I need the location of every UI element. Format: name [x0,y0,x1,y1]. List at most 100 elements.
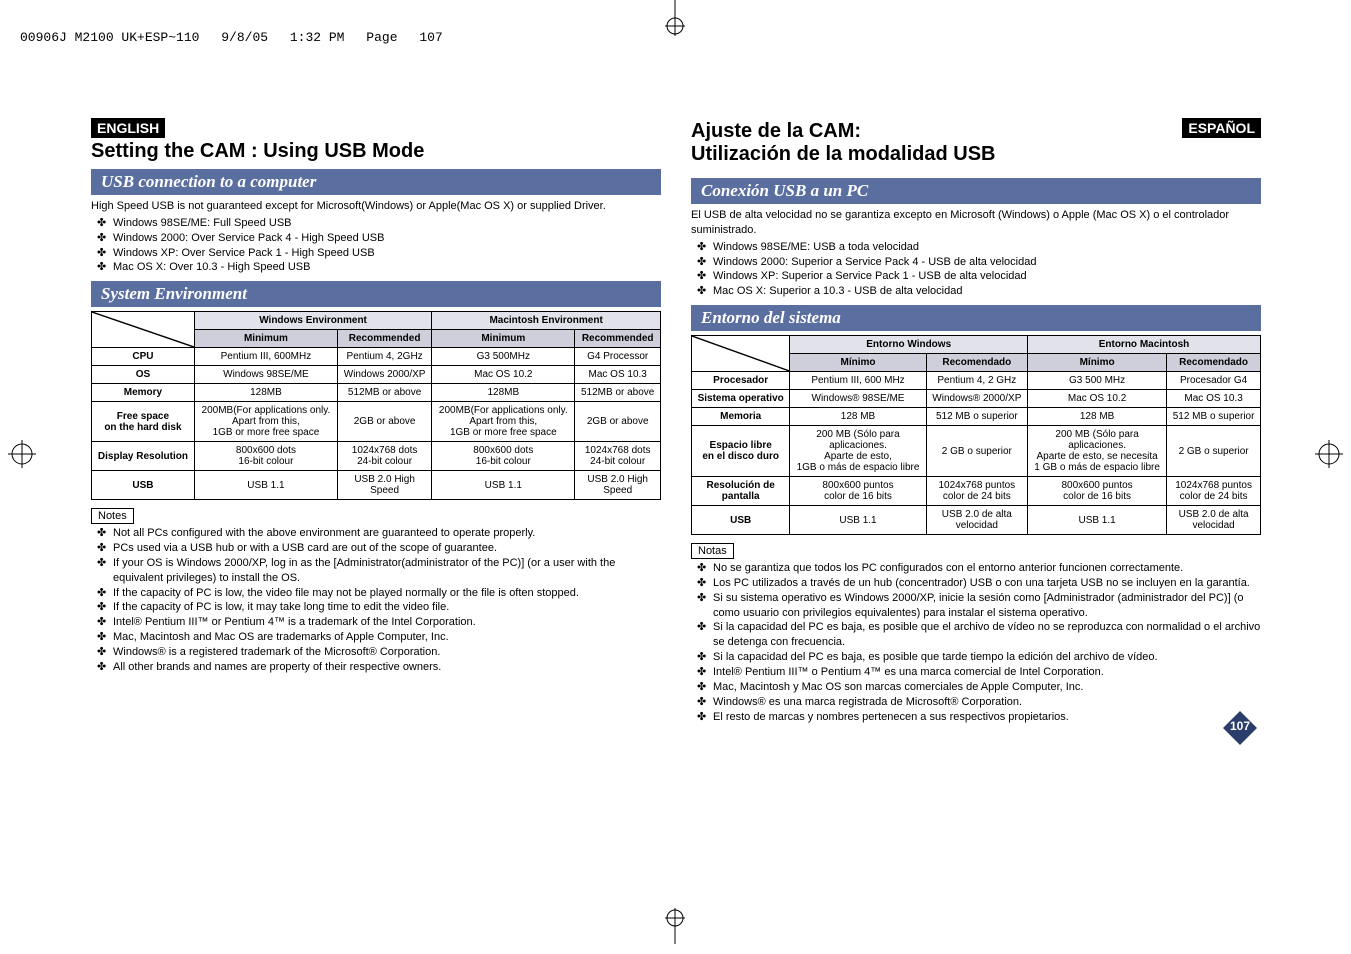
list-item: No se garantiza que todos los PC configu… [691,561,1261,576]
th-win-env-es: Entorno Windows [790,336,1028,354]
intro-list-en: Windows 98SE/ME: Full Speed USBWindows 2… [91,216,661,275]
lang-tag-es: ESPAÑOL [1182,118,1261,138]
table-row: Free space on the hard disk200MB(For app… [92,402,661,442]
th-rec-es-2: Recomendado [1167,354,1261,372]
list-item: If the capacity of PC is low, the video … [91,586,661,601]
table-cell: G3 500 MHz [1028,372,1167,390]
row-header: Memoria [692,408,790,426]
list-item: Windows 2000: Over Service Pack 4 - High… [91,231,661,246]
intro-text-en: High Speed USB is not guaranteed except … [91,199,661,214]
list-item: Mac, Macintosh and Mac OS are trademarks… [91,630,661,645]
list-item: If the capacity of PC is low, it may tak… [91,600,661,615]
table-cell: 512 MB o superior [926,408,1027,426]
table-cell: USB 1.1 [432,471,575,500]
th-mac-env-en: Macintosh Environment [432,312,661,330]
th-win-env-en: Windows Environment [194,312,431,330]
row-header: OS [92,366,195,384]
notes-label-es: Notas [691,543,734,559]
table-cell: Mac OS 10.2 [1028,390,1167,408]
row-header: Espacio libre en el disco duro [692,426,790,477]
table-cell: 200 MB (Sólo para aplicaciones. Aparte d… [790,426,926,477]
table-cell: 200 MB (Sólo para aplicaciones. Aparte d… [1028,426,1167,477]
table-cell: Mac OS 10.3 [1167,390,1261,408]
env-table-body-en: CPUPentium III, 600MHzPentium 4, 2GHzG3 … [92,348,661,500]
list-item: Windows 2000: Superior a Service Pack 4 … [691,255,1261,270]
print-header: 00906J M2100 UK+ESP~110 9/8/05 1:32 PM P… [20,30,457,45]
table-cell: 128MB [432,384,575,402]
registration-mark-left [8,440,36,473]
list-item: Mac, Macintosh y Mac OS son marcas comer… [691,680,1261,695]
page-title-en: Setting the CAM : Using USB Mode [91,140,661,163]
table-row: Memoria128 MB512 MB o superior128 MB512 … [692,408,1261,426]
print-header-date: 9/8/05 [221,30,268,45]
table-cell: 512 MB o superior [1167,408,1261,426]
list-item: Windows® es una marca registrada de Micr… [691,695,1261,710]
table-cell: 1024x768 puntos color de 24 bits [1167,477,1261,506]
env-table-en: Windows Environment Macintosh Environmen… [91,311,661,500]
table-cell: Mac OS 10.3 [575,366,661,384]
list-item: Windows XP: Over Service Pack 1 - High S… [91,246,661,261]
section-usb-connection-en: USB connection to a computer [91,169,661,195]
row-header: USB [92,471,195,500]
th-min-en-1: Minimum [194,330,337,348]
table-row: Sistema operativoWindows® 98SE/MEWindows… [692,390,1261,408]
row-header: Sistema operativo [692,390,790,408]
print-header-time: 1:32 PM [290,30,345,45]
table-cell: Windows® 98SE/ME [790,390,926,408]
env-table-body-es: ProcesadorPentium III, 600 MHzPentium 4,… [692,372,1261,535]
table-cell: 512MB or above [575,384,661,402]
table-row: Memory128MB512MB or above128MB512MB or a… [92,384,661,402]
list-item: PCs used via a USB hub or with a USB car… [91,541,661,556]
table-cell: 800x600 puntos color de 16 bits [1028,477,1167,506]
table-cell: Pentium 4, 2GHz [337,348,431,366]
list-item: Intel® Pentium III™ or Pentium 4™ is a t… [91,615,661,630]
table-cell: Windows® 2000/XP [926,390,1027,408]
table-row: Display Resolution800x600 dots 16-bit co… [92,442,661,471]
list-item: Si la capacidad del PC es baja, es posib… [691,650,1261,665]
list-item: If your OS is Windows 2000/XP, log in as… [91,556,661,586]
row-header: USB [692,506,790,535]
table-cell: 1024x768 puntos color de 24 bits [926,477,1027,506]
row-header: Resolución de pantalla [692,477,790,506]
row-header: CPU [92,348,195,366]
section-usb-connection-es: Conexión USB a un PC [691,178,1261,204]
print-header-pageno: 107 [419,30,442,45]
list-item: Not all PCs configured with the above en… [91,526,661,541]
list-item: Si la capacidad del PC es baja, es posib… [691,620,1261,650]
list-item: Windows 98SE/ME: Full Speed USB [91,216,661,231]
notes-list-en: Not all PCs configured with the above en… [91,526,661,674]
notes-label-en: Notes [91,508,134,524]
table-cell: 800x600 dots 16-bit colour [432,442,575,471]
table-cell: Mac OS 10.2 [432,366,575,384]
table-corner [92,312,195,348]
list-item: Windows XP: Superior a Service Pack 1 - … [691,269,1261,284]
table-cell: 1024x768 dots 24-bit colour [337,442,431,471]
th-min-es-2: Mínimo [1028,354,1167,372]
table-row: CPUPentium III, 600MHzPentium 4, 2GHzG3 … [92,348,661,366]
table-cell: 200MB(For applications only. Apart from … [432,402,575,442]
table-row: OSWindows 98SE/MEWindows 2000/XPMac OS 1… [92,366,661,384]
th-mac-env-es: Entorno Macintosh [1028,336,1261,354]
list-item: Mac OS X: Superior a 10.3 - USB de alta … [691,284,1261,299]
row-header: Memory [92,384,195,402]
table-row: ProcesadorPentium III, 600 MHzPentium 4,… [692,372,1261,390]
list-item: Intel® Pentium III™ o Pentium 4™ es una … [691,665,1261,680]
crop-mark-top [655,0,695,36]
table-cell: 128 MB [1028,408,1167,426]
table-cell: USB 1.1 [1028,506,1167,535]
table-cell: Pentium III, 600MHz [194,348,337,366]
print-header-docid: 00906J M2100 UK+ESP~110 [20,30,199,45]
table-row: USBUSB 1.1USB 2.0 High SpeedUSB 1.1USB 2… [92,471,661,500]
table-row: USBUSB 1.1USB 2.0 de alta velocidadUSB 1… [692,506,1261,535]
row-header: Procesador [692,372,790,390]
table-cell: G4 Processor [575,348,661,366]
list-item: Los PC utilizados a través de un hub (co… [691,576,1261,591]
table-cell: USB 1.1 [790,506,926,535]
table-cell: Pentium III, 600 MHz [790,372,926,390]
table-cell: 2GB or above [337,402,431,442]
page-title-es: Ajuste de la CAM: Utilización de la moda… [691,120,1182,166]
table-cell: Windows 2000/XP [337,366,431,384]
table-cell: 800x600 puntos color de 16 bits [790,477,926,506]
print-header-pagelabel: Page [366,30,397,45]
table-cell: 800x600 dots 16-bit colour [194,442,337,471]
